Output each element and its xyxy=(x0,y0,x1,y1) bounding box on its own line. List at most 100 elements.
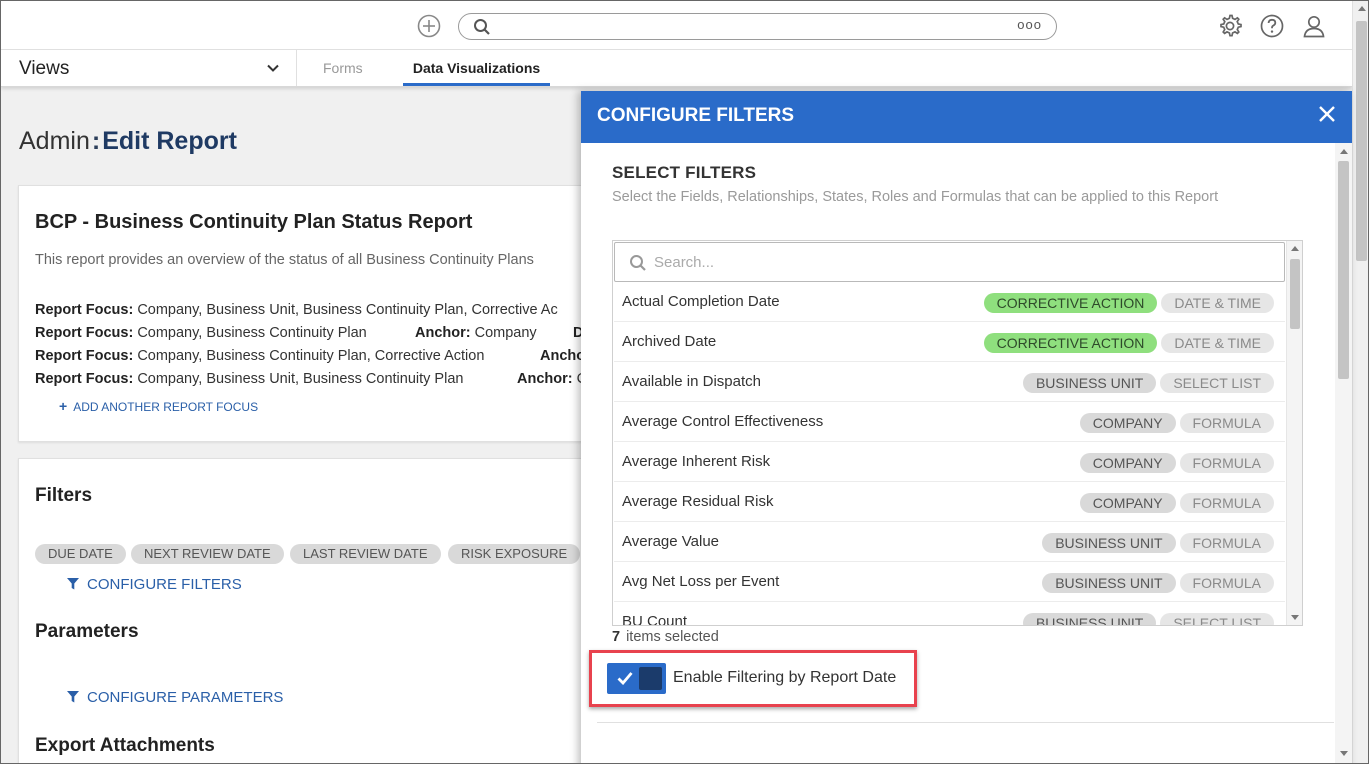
modal-scroll-thumb[interactable] xyxy=(1338,161,1349,379)
object-tag: CORRECTIVE ACTION xyxy=(983,293,1158,313)
app-window: ooo Views Forms Data Visualizations Admi… xyxy=(0,0,1369,764)
scroll-up-arrow-icon[interactable] xyxy=(1340,149,1348,154)
report-focus-value: Company, Business Unit, Business Continu… xyxy=(137,302,558,318)
filters-heading: Filters xyxy=(35,485,93,506)
divider xyxy=(597,722,1334,723)
filter-name: BU Count xyxy=(622,613,688,626)
toggle-label[interactable]: Enable Filtering by Report Date xyxy=(673,669,896,687)
scroll-up-arrow-icon[interactable] xyxy=(1291,246,1299,251)
report-focus-line: Report Focus: Company, Business Continui… xyxy=(35,325,367,341)
scroll-down-arrow-icon[interactable] xyxy=(1291,615,1299,620)
type-tag: FORMULA xyxy=(1179,573,1274,593)
plus-icon: + xyxy=(59,398,68,414)
anchor-value: Company xyxy=(474,325,537,341)
report-focus-value: Company, Business Continuity Plan xyxy=(137,325,367,341)
filter-chip: NEXT REVIEW DATE xyxy=(131,544,284,564)
report-anchor: Anchor: C xyxy=(517,371,587,387)
selected-count: 7 xyxy=(612,629,621,645)
checkmark-icon xyxy=(617,672,633,685)
filter-list-item[interactable]: Actual Completion Date CORRECTIVE ACTION… xyxy=(614,282,1285,322)
report-focus-value: Company, Business Unit, Business Continu… xyxy=(137,371,464,387)
filter-list-item[interactable]: Average Control Effectiveness COMPANY FOR… xyxy=(614,402,1285,442)
page-scrollbar[interactable] xyxy=(1352,1,1368,763)
object-tag: BUSINESS UNIT xyxy=(1022,613,1157,625)
filter-list-item[interactable]: Available in Dispatch BUSINESS UNIT SELEC… xyxy=(614,362,1285,402)
top-bar: ooo xyxy=(1,1,1352,50)
report-info-card: BCP - Business Continuity Plan Status Re… xyxy=(18,185,598,442)
filter-search-input[interactable]: Search... xyxy=(614,242,1285,282)
toggle-knob xyxy=(639,667,662,690)
filter-list-item[interactable]: Average Residual Risk COMPANY FORMULA xyxy=(614,482,1285,522)
help-icon[interactable] xyxy=(1259,13,1285,39)
filter-list-item[interactable]: Archived Date CORRECTIVE ACTION DATE & TI… xyxy=(614,322,1285,362)
add-report-focus-label: ADD ANOTHER REPORT FOCUS xyxy=(73,400,259,414)
object-tag: COMPANY xyxy=(1079,453,1176,473)
search-options-icon[interactable]: ooo xyxy=(1017,17,1042,32)
object-tag: BUSINESS UNIT xyxy=(1042,573,1176,593)
type-tag: FORMULA xyxy=(1179,453,1274,473)
select-filters-subtitle: Select the Fields, Relationships, States… xyxy=(612,189,1219,205)
report-focus-label: Report Focus: xyxy=(35,371,134,387)
filter-name: Average Value xyxy=(622,533,720,550)
filter-chip: LAST REVIEW DATE xyxy=(290,544,441,564)
search-placeholder: Search... xyxy=(654,254,715,271)
page-scroll-thumb[interactable] xyxy=(1356,21,1367,261)
type-tag: SELECT LIST xyxy=(1160,613,1274,625)
search-icon xyxy=(474,19,490,35)
report-focus-label: Report Focus: xyxy=(35,302,134,318)
type-tag: FORMULA xyxy=(1179,533,1274,553)
object-tag: BUSINESS UNIT xyxy=(1042,533,1176,553)
filter-list-item[interactable]: Avg Net Loss per Event BUSINESS UNIT FORM… xyxy=(614,562,1285,602)
add-report-focus-link[interactable]: + ADD ANOTHER REPORT FOCUS xyxy=(59,398,258,414)
breadcrumb-separator: : xyxy=(91,127,101,155)
chevron-down-icon xyxy=(267,64,279,72)
views-dropdown[interactable]: Views xyxy=(1,50,297,86)
breadcrumb-admin[interactable]: Admin xyxy=(19,127,90,155)
filter-name: Archived Date xyxy=(622,333,717,350)
report-focus-label: Report Focus: xyxy=(35,348,134,364)
anchor-label: Anchor: xyxy=(517,371,573,387)
tab-forms[interactable]: Forms xyxy=(323,50,363,86)
funnel-icon xyxy=(67,691,79,703)
object-tag: COMPANY xyxy=(1079,493,1176,513)
report-focus-line: Report Focus: Company, Business Unit, Bu… xyxy=(35,371,463,387)
highlight-box: Enable Filtering by Report Date xyxy=(589,650,917,707)
report-title: BCP - Business Continuity Plan Status Re… xyxy=(35,211,473,233)
object-tag: BUSINESS UNIT xyxy=(1022,373,1157,393)
filters-list: Search... Actual Completion Date CORRECT… xyxy=(612,240,1303,626)
list-scroll-thumb[interactable] xyxy=(1290,259,1300,329)
report-focus-line: Report Focus: Company, Business Unit, Bu… xyxy=(35,302,558,318)
filter-chip: DUE DATE xyxy=(35,544,126,564)
search-icon xyxy=(630,255,646,271)
filter-name: Average Inherent Risk xyxy=(622,453,771,470)
report-description: This report provides an overview of the … xyxy=(35,252,534,268)
tab-data-visualizations[interactable]: Data Visualizations xyxy=(403,50,550,86)
filter-list-item[interactable]: Average Inherent Risk COMPANY FORMULA xyxy=(614,442,1285,482)
add-circle-icon[interactable] xyxy=(417,14,441,38)
gear-icon[interactable] xyxy=(1217,13,1243,39)
list-scrollbar[interactable] xyxy=(1286,241,1302,625)
filter-list-item[interactable]: Average Value BUSINESS UNIT FORMULA xyxy=(614,522,1285,562)
filter-list-item[interactable]: BU Count BUSINESS UNIT SELECT LIST xyxy=(614,602,1285,626)
object-tag: CORRECTIVE ACTION xyxy=(983,333,1158,353)
filter-chip: RISK EXPOSURE xyxy=(448,544,581,564)
export-attachments-heading: Export Attachments xyxy=(35,735,215,756)
scroll-down-arrow-icon[interactable] xyxy=(1340,751,1348,756)
type-tag: FORMULA xyxy=(1179,493,1274,513)
configure-filters-panel: CONFIGURE FILTERS SELECT FILTERS Select … xyxy=(581,91,1352,763)
select-filters-heading: SELECT FILTERS xyxy=(612,163,757,182)
global-search-input[interactable]: ooo xyxy=(458,13,1057,40)
configure-filters-link[interactable]: CONFIGURE FILTERS xyxy=(67,576,242,593)
close-icon[interactable] xyxy=(1318,105,1336,123)
report-focus-label: Report Focus: xyxy=(35,325,134,341)
filter-name: Available in Dispatch xyxy=(622,373,761,390)
report-focus-value: Company, Business Continuity Plan, Corre… xyxy=(137,348,485,364)
scroll-up-arrow-icon[interactable] xyxy=(1358,6,1366,11)
configure-filters-label: CONFIGURE FILTERS xyxy=(87,576,242,593)
items-selected-label: items selected xyxy=(626,629,719,645)
enable-report-date-toggle[interactable] xyxy=(607,663,666,694)
user-profile-icon[interactable] xyxy=(1301,13,1327,39)
configure-parameters-link[interactable]: CONFIGURE PARAMETERS xyxy=(67,689,283,706)
type-tag: FORMULA xyxy=(1179,413,1274,433)
modal-scrollbar[interactable] xyxy=(1335,143,1352,763)
